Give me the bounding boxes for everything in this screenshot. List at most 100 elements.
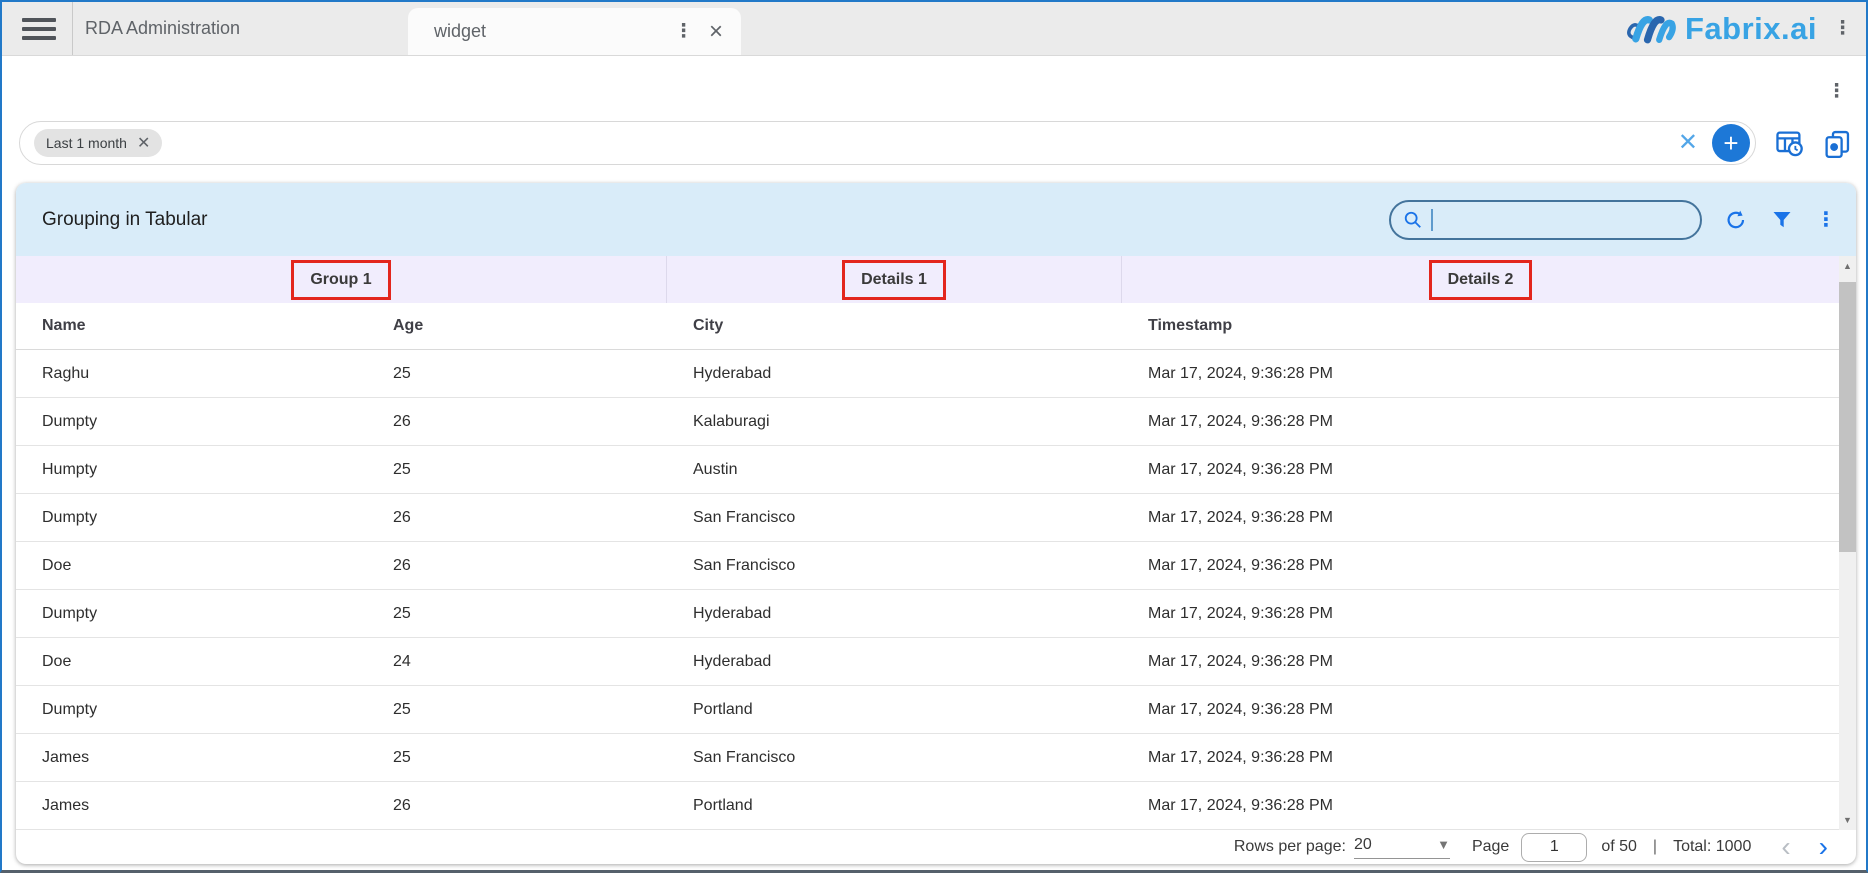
fabrix-logo: Fabrix.ai [1625,11,1817,47]
save-view-icon[interactable] [1822,128,1852,158]
widget-kebab-icon[interactable]: ⋮ [1816,210,1836,230]
cell-age: 24 [367,653,667,671]
fabrix-logo-icon [1625,11,1679,47]
text-cursor [1431,209,1433,231]
next-page-icon[interactable]: › [1815,833,1832,861]
cell-age: 25 [367,749,667,767]
cell-timestamp: Mar 17, 2024, 9:36:28 PM [1122,797,1839,815]
pagination-separator: | [1653,838,1657,856]
tab-close-icon[interactable]: × [709,20,723,44]
fabrix-logo-text: Fabrix.ai [1685,11,1817,47]
column-header-row: NameAgeCityTimestamp [16,303,1839,350]
filter-bar[interactable]: Last 1 month ✕ ✕ + [19,121,1756,165]
table-row: Dumpty25PortlandMar 17, 2024, 9:36:28 PM [16,686,1839,734]
tab-rda-administration[interactable]: RDA Administration [72,2,408,55]
cell-city: Hyderabad [667,605,1122,623]
clear-filters-icon[interactable]: ✕ [1678,131,1698,155]
previous-page-icon[interactable]: ‹ [1777,833,1794,861]
cell-timestamp: Mar 17, 2024, 9:36:28 PM [1122,413,1839,431]
page-label: Page [1472,838,1509,856]
table-row: Doe24HyderabadMar 17, 2024, 9:36:28 PM [16,638,1839,686]
table-body: Raghu25HyderabadMar 17, 2024, 9:36:28 PM… [16,350,1839,830]
total-count-label: Total: 1000 [1673,838,1751,856]
cell-name: Humpty [16,461,367,479]
group-header-row: Group 1 Details 1 Details 2 [16,256,1839,303]
cell-city: San Francisco [667,749,1122,767]
tab-kebab-icon[interactable]: ⋮ [674,22,693,41]
filter-funnel-icon[interactable] [1770,208,1794,232]
cell-city: Portland [667,701,1122,719]
rows-per-page-select[interactable]: 20 ▼ [1354,836,1450,859]
cell-name: Dumpty [16,413,367,431]
widget-title: Grouping in Tabular [42,209,207,231]
filter-bar-actions: ✕ + [1678,124,1750,162]
cell-timestamp: Mar 17, 2024, 9:36:28 PM [1122,461,1839,479]
cell-timestamp: Mar 17, 2024, 9:36:28 PM [1122,749,1839,767]
tab-label: RDA Administration [85,18,240,39]
group-header-cell: Details 2 [1122,256,1839,303]
group-header-cell: Details 1 [667,256,1122,303]
cell-age: 25 [367,605,667,623]
page-number-input[interactable] [1521,833,1587,862]
cell-city: Hyderabad [667,653,1122,671]
cell-timestamp: Mar 17, 2024, 9:36:28 PM [1122,605,1839,623]
add-filter-button[interactable]: + [1712,124,1750,162]
cell-name: Dumpty [16,509,367,527]
filter-row: Last 1 month ✕ ✕ + [19,121,1852,165]
app-window: RDA Administration widget ⋮ × Fabrix.ai … [0,0,1868,873]
chip-remove-icon[interactable]: ✕ [137,133,150,153]
cell-name: Dumpty [16,605,367,623]
strip-right: Fabrix.ai ⋮ [1625,2,1866,55]
cell-age: 25 [367,701,667,719]
cell-city: San Francisco [667,509,1122,527]
dropdown-arrow-icon: ▼ [1437,837,1450,852]
column-header-city[interactable]: City [667,317,1122,335]
cell-city: Austin [667,461,1122,479]
cell-name: James [16,797,367,815]
vertical-scrollbar[interactable]: ▲ ▼ [1839,256,1856,830]
annotation-red-box: Details 2 [1429,260,1533,300]
table-history-icon[interactable] [1774,128,1804,158]
hamburger-menu-icon[interactable] [2,2,72,55]
filter-chip-label: Last 1 month [46,135,127,151]
refresh-icon[interactable] [1724,208,1748,232]
cell-timestamp: Mar 17, 2024, 9:36:28 PM [1122,365,1839,383]
column-header-age[interactable]: Age [367,317,667,335]
cell-city: Kalaburagi [667,413,1122,431]
scroll-up-icon[interactable]: ▲ [1839,261,1856,271]
table-row: Dumpty26KalaburagiMar 17, 2024, 9:36:28 … [16,398,1839,446]
column-header-name[interactable]: Name [16,317,367,335]
cell-timestamp: Mar 17, 2024, 9:36:28 PM [1122,653,1839,671]
widget-search[interactable] [1389,200,1702,240]
window-kebab-icon[interactable]: ⋮ [1833,19,1852,38]
page-count-label: of 50 [1601,838,1637,856]
table-row: Raghu25HyderabadMar 17, 2024, 9:36:28 PM [16,350,1839,398]
widget-search-input[interactable] [1441,211,1689,229]
filter-chip-last-1-month[interactable]: Last 1 month ✕ [34,129,162,157]
cell-timestamp: Mar 17, 2024, 9:36:28 PM [1122,509,1839,527]
annotation-red-box: Details 1 [842,260,946,300]
rows-per-page-value: 20 [1354,836,1372,854]
scrollbar-thumb[interactable] [1839,282,1856,552]
table-row: Doe26San FranciscoMar 17, 2024, 9:36:28 … [16,542,1839,590]
filter-bar-side-icons [1774,128,1852,158]
cell-timestamp: Mar 17, 2024, 9:36:28 PM [1122,557,1839,575]
tab-strip: RDA Administration widget ⋮ × Fabrix.ai … [2,2,1866,56]
cell-age: 26 [367,413,667,431]
pagination-bar: Rows per page: 20 ▼ Page of 50 | Total: … [16,830,1856,864]
annotation-red-box: Group 1 [291,260,390,300]
cell-name: Doe [16,557,367,575]
cell-age: 26 [367,509,667,527]
tab-widget[interactable]: widget ⋮ × [408,8,741,55]
cell-age: 26 [367,797,667,815]
page-kebab-icon[interactable]: ⋮ [1827,82,1846,101]
table-row: James25San FranciscoMar 17, 2024, 9:36:2… [16,734,1839,782]
cell-city: Portland [667,797,1122,815]
search-icon [1403,210,1423,230]
table-row: Dumpty26San FranciscoMar 17, 2024, 9:36:… [16,494,1839,542]
cell-name: Dumpty [16,701,367,719]
cell-timestamp: Mar 17, 2024, 9:36:28 PM [1122,701,1839,719]
tab-label: widget [434,21,674,42]
column-header-timestamp[interactable]: Timestamp [1122,317,1839,335]
scroll-down-icon[interactable]: ▼ [1839,815,1856,825]
